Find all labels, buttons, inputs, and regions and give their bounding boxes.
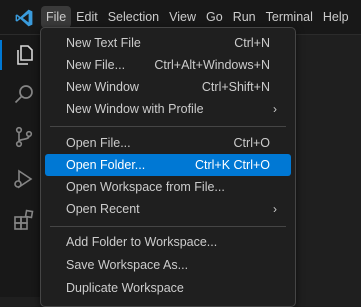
menu-item-save-workspace-as[interactable]: Save Workspace As... bbox=[45, 254, 291, 276]
menu-item-new-text-file[interactable]: New Text File Ctrl+N bbox=[45, 32, 291, 54]
menu-item-label: New File... bbox=[66, 58, 126, 72]
menu-edit[interactable]: Edit bbox=[71, 6, 103, 28]
menu-item-new-window-with-profile[interactable]: New Window with Profile › bbox=[45, 98, 291, 120]
menu-item-label: New Window bbox=[66, 80, 139, 94]
menu-view[interactable]: View bbox=[164, 6, 201, 28]
menu-item-new-file[interactable]: New File... Ctrl+Alt+Windows+N bbox=[45, 54, 291, 76]
run-debug-icon[interactable] bbox=[12, 167, 36, 191]
menu-file[interactable]: File bbox=[41, 6, 72, 28]
menu-item-shortcut: Ctrl+K Ctrl+O bbox=[194, 158, 270, 172]
chevron-right-icon: › bbox=[273, 102, 277, 116]
menu-terminal[interactable]: Terminal bbox=[261, 6, 318, 28]
menu-go[interactable]: Go bbox=[201, 6, 228, 28]
menu-run[interactable]: Run bbox=[228, 6, 261, 28]
menu-item-label: Duplicate Workspace bbox=[66, 281, 184, 295]
active-view-indicator bbox=[0, 40, 2, 70]
menu-item-open-workspace-from-file[interactable]: Open Workspace from File... bbox=[45, 176, 291, 198]
menu-item-label: Open File... bbox=[66, 136, 131, 150]
menu-item-shortcut: Ctrl+O bbox=[233, 136, 270, 150]
menu-item-open-file[interactable]: Open File... Ctrl+O bbox=[45, 132, 291, 154]
menu-item-label: Open Folder... bbox=[66, 158, 146, 172]
menu-item-add-folder-to-workspace[interactable]: Add Folder to Workspace... bbox=[45, 231, 291, 253]
menu-separator bbox=[50, 226, 286, 227]
chevron-right-icon: › bbox=[273, 202, 277, 216]
file-menu-dropdown: New Text File Ctrl+N New File... Ctrl+Al… bbox=[40, 27, 296, 307]
menu-item-open-recent[interactable]: Open Recent › bbox=[45, 198, 291, 220]
menu-item-label: Add Folder to Workspace... bbox=[66, 235, 218, 249]
source-control-icon[interactable] bbox=[12, 125, 36, 149]
vscode-logo-icon[interactable] bbox=[14, 8, 34, 28]
menu-item-new-window[interactable]: New Window Ctrl+Shift+N bbox=[45, 76, 291, 98]
menu-item-label: New Text File bbox=[66, 36, 141, 50]
menu-selection[interactable]: Selection bbox=[103, 6, 164, 28]
menu-item-shortcut: Ctrl+N bbox=[234, 36, 270, 50]
menu-item-label: Open Recent bbox=[66, 202, 140, 216]
explorer-icon[interactable] bbox=[12, 43, 36, 67]
menu-help[interactable]: Help bbox=[318, 6, 354, 28]
menu-item-label: Save Workspace As... bbox=[66, 258, 189, 272]
menu-item-duplicate-workspace[interactable]: Duplicate Workspace bbox=[45, 277, 291, 299]
menu-item-shortcut: Ctrl+Alt+Windows+N bbox=[154, 58, 270, 72]
menu-item-label: New Window with Profile bbox=[66, 102, 204, 116]
menu-item-label: Open Workspace from File... bbox=[66, 180, 225, 194]
search-icon[interactable] bbox=[12, 83, 36, 107]
menu-item-shortcut: Ctrl+Shift+N bbox=[201, 80, 270, 94]
menu-separator bbox=[50, 126, 286, 127]
extensions-icon[interactable] bbox=[12, 208, 36, 232]
menu-item-open-folder[interactable]: Open Folder... Ctrl+K Ctrl+O bbox=[45, 154, 291, 176]
